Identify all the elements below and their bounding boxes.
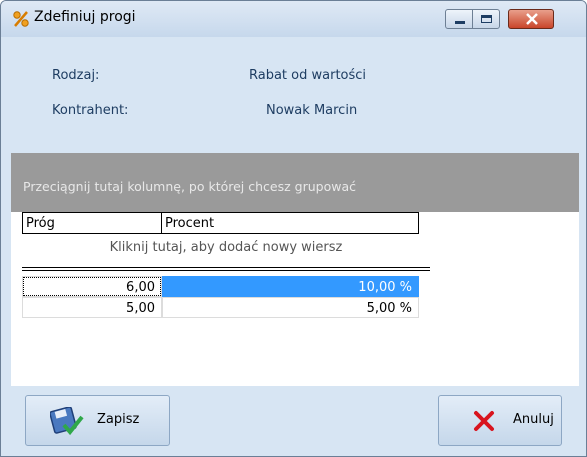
type-label: Rodzaj:: [52, 68, 100, 83]
percent-cell[interactable]: 10,00 %: [162, 276, 419, 297]
new-row-separator: [22, 267, 430, 271]
column-header-threshold[interactable]: Próg: [22, 212, 162, 234]
contractor-label: Kontrahent:: [52, 103, 129, 118]
minimize-icon: [455, 21, 465, 24]
close-icon: [526, 11, 538, 31]
cancel-icon: [473, 410, 495, 436]
save-icon: [49, 406, 84, 441]
save-label: Zapisz: [97, 412, 140, 427]
contractor-value: Nowak Marcin: [266, 103, 358, 118]
column-header-percent[interactable]: Procent: [161, 212, 419, 234]
type-value: Rabat od wartości: [249, 68, 367, 83]
button-bar: Zapisz Anuluj: [1, 386, 586, 456]
maximize-button[interactable]: [472, 9, 500, 29]
cancel-button[interactable]: Anuluj: [438, 395, 562, 446]
window-title: Zdefiniuj progi: [34, 9, 136, 25]
threshold-cell[interactable]: 6,00: [22, 276, 162, 297]
maximize-icon: [481, 15, 492, 23]
thresholds-grid[interactable]: Próg Procent Kliknij tutaj, aby dodać no…: [11, 212, 579, 397]
threshold-cell[interactable]: 5,00: [22, 297, 162, 318]
minimize-button[interactable]: [445, 9, 473, 29]
cancel-label: Anuluj: [513, 412, 554, 427]
group-by-panel[interactable]: Przeciągnij tutaj kolumnę, po której chc…: [11, 153, 579, 212]
new-row-prompt[interactable]: Kliknij tutaj, aby dodać nowy wiersz: [22, 235, 430, 259]
percent-icon: [12, 10, 30, 28]
save-button[interactable]: Zapisz: [25, 395, 170, 446]
group-by-hint: Przeciągnij tutaj kolumnę, po której chc…: [23, 179, 356, 194]
close-button[interactable]: [508, 9, 554, 29]
percent-cell[interactable]: 5,00 %: [162, 297, 419, 318]
dialog-window: Zdefiniuj progi Rodzaj: Rabat od wartośc…: [0, 0, 587, 457]
title-bar[interactable]: Zdefiniuj progi: [1, 1, 586, 37]
